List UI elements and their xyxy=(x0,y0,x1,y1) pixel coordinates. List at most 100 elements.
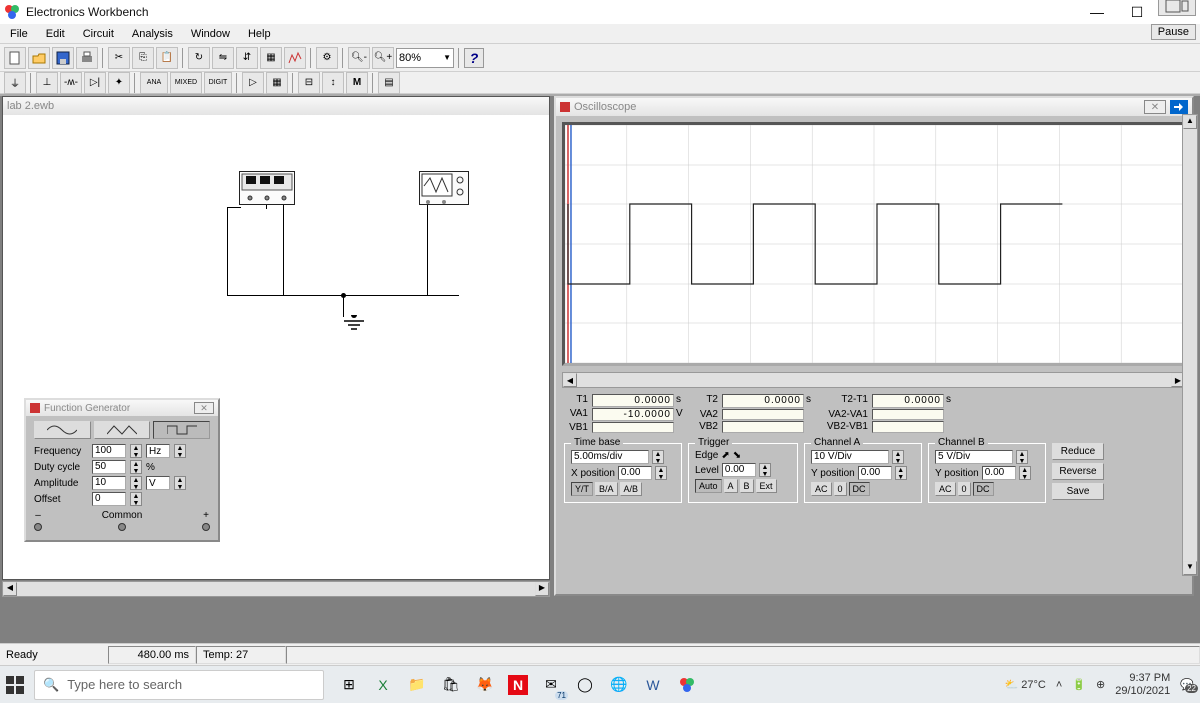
chB-dc[interactable]: DC xyxy=(973,482,994,496)
timebase-scale-spinner[interactable]: ▲▼ xyxy=(652,450,664,464)
trig-ext[interactable]: Ext xyxy=(756,479,777,493)
reduce-button[interactable]: Reduce xyxy=(1052,443,1104,460)
fg-titlebar[interactable]: Function Generator ✕ xyxy=(26,400,218,416)
pause-button[interactable]: Pause xyxy=(1151,24,1196,40)
firefox-icon[interactable]: 🦊 xyxy=(474,674,496,696)
mode-ba[interactable]: B/A xyxy=(595,482,618,496)
netflix-icon[interactable]: N xyxy=(508,675,528,695)
graph-button[interactable] xyxy=(284,47,306,69)
trig-b[interactable]: B xyxy=(740,479,754,493)
menu-analysis[interactable]: Analysis xyxy=(124,26,181,42)
store-icon[interactable]: 🛍 xyxy=(440,674,462,696)
task-view-icon[interactable]: ⊞ xyxy=(338,674,360,696)
fg-offset-input[interactable]: 0 xyxy=(92,492,126,506)
chA-dc[interactable]: DC xyxy=(849,482,870,496)
chB-ac[interactable]: AC xyxy=(935,482,956,496)
fg-amplitude-unit[interactable]: V xyxy=(146,476,170,490)
misc-bin[interactable]: M xyxy=(346,72,368,94)
fg-amplitude-unit-spinner[interactable]: ▲▼ xyxy=(174,476,186,490)
fg-frequency-unit[interactable]: Hz xyxy=(146,444,170,458)
mail-icon[interactable]: ✉71 xyxy=(540,674,562,696)
minimize-button[interactable]: — xyxy=(1078,1,1116,23)
logic-gates-bin[interactable]: ▷ xyxy=(242,72,264,94)
function-generator-component[interactable] xyxy=(239,171,295,205)
timebase-scale[interactable]: 5.00ms/div xyxy=(571,450,649,464)
trigger-level[interactable]: 0.00 xyxy=(722,463,756,477)
fg-offset-spinner[interactable]: ▲▼ xyxy=(130,492,142,506)
ewb-task-icon[interactable] xyxy=(676,674,698,696)
osc-close-button[interactable]: ✕ xyxy=(1144,100,1166,114)
diodes-bin[interactable]: -ʍ- xyxy=(60,72,82,94)
transistors-bin[interactable]: ▷| xyxy=(84,72,106,94)
flip-h-button[interactable]: ⇋ xyxy=(212,47,234,69)
chA-ac[interactable]: AC xyxy=(811,482,832,496)
fg-minus-terminal[interactable]: – xyxy=(34,510,42,531)
tray-clock[interactable]: 9:37 PM29/10/2021 xyxy=(1115,672,1170,696)
instruments-bin[interactable]: ▤ xyxy=(378,72,400,94)
fg-plus-terminal[interactable]: + xyxy=(202,510,210,531)
zoom-select[interactable]: 80%▼ xyxy=(396,48,454,68)
new-button[interactable] xyxy=(4,47,26,69)
menu-window[interactable]: Window xyxy=(183,26,238,42)
chB-scale[interactable]: 5 V/Div xyxy=(935,450,1013,464)
timebase-xpos[interactable]: 0.00 xyxy=(618,466,652,480)
chB-ypos-spinner[interactable]: ▲▼ xyxy=(1019,466,1031,480)
zoom-out-button[interactable]: 🔍︎- xyxy=(348,47,370,69)
tray-wifi-icon[interactable]: ⊕ xyxy=(1096,678,1105,691)
print-button[interactable] xyxy=(76,47,98,69)
square-wave-button[interactable] xyxy=(153,421,210,439)
explorer-icon[interactable]: 📁 xyxy=(406,674,428,696)
fullscreen-button[interactable] xyxy=(1158,0,1196,16)
osc-titlebar[interactable]: Oscilloscope ✕ xyxy=(556,98,1192,116)
trig-auto[interactable]: Auto xyxy=(695,479,722,493)
excel-icon[interactable]: X xyxy=(372,674,394,696)
rotate-button[interactable]: ↻ xyxy=(188,47,210,69)
digital-group[interactable]: DIGIT xyxy=(204,72,232,94)
controls-bin[interactable]: ↕ xyxy=(322,72,344,94)
word-icon[interactable]: W xyxy=(642,674,664,696)
help-button[interactable]: ? xyxy=(464,48,484,68)
menu-file[interactable]: File xyxy=(2,26,36,42)
copy-button[interactable]: ⎘ xyxy=(132,47,154,69)
oscilloscope-component[interactable] xyxy=(419,171,469,205)
zoom-in-button[interactable]: 🔍︎+ xyxy=(372,47,394,69)
sine-wave-button[interactable] xyxy=(34,421,91,439)
open-button[interactable] xyxy=(28,47,50,69)
start-button[interactable] xyxy=(6,676,24,694)
osc-horizontal-scroll[interactable]: ◀▶ xyxy=(562,372,1186,388)
chA-ypos[interactable]: 0.00 xyxy=(858,466,892,480)
chB-zero[interactable]: 0 xyxy=(958,482,971,496)
sources-bin[interactable]: ⏚ xyxy=(4,72,26,94)
component-props-button[interactable]: ⚙ xyxy=(316,47,338,69)
trigger-level-spinner[interactable]: ▲▼ xyxy=(759,463,771,477)
fg-close-button[interactable]: ✕ xyxy=(194,402,214,414)
osc-pin-button[interactable] xyxy=(1170,100,1188,114)
mode-yt[interactable]: Y/T xyxy=(571,482,593,496)
osc-screen[interactable] xyxy=(562,122,1186,366)
taskbar-search[interactable]: 🔍Type here to search xyxy=(34,670,324,700)
notifications-icon[interactable]: 💬22 xyxy=(1180,678,1194,691)
menu-edit[interactable]: Edit xyxy=(38,26,73,42)
mode-ab[interactable]: A/B xyxy=(620,482,643,496)
save-trace-button[interactable]: Save xyxy=(1052,483,1104,500)
chA-scale-spinner[interactable]: ▲▼ xyxy=(892,450,904,464)
edge-rising[interactable]: ⬈ xyxy=(721,450,729,461)
cut-button[interactable]: ✂ xyxy=(108,47,130,69)
maximize-button[interactable]: ☐ xyxy=(1118,1,1156,23)
reverse-button[interactable]: Reverse xyxy=(1052,463,1104,480)
menu-circuit[interactable]: Circuit xyxy=(75,26,122,42)
mixed-group[interactable]: MIXED xyxy=(170,72,202,94)
trig-a[interactable]: A xyxy=(724,479,738,493)
fg-duty-input[interactable]: 50 xyxy=(92,460,126,474)
flip-v-button[interactable]: ⇵ xyxy=(236,47,258,69)
fg-common-terminal[interactable]: Common xyxy=(102,510,143,531)
analog-ics-bin[interactable]: ✦ xyxy=(108,72,130,94)
chA-ypos-spinner[interactable]: ▲▼ xyxy=(895,466,907,480)
circuit-titlebar[interactable]: lab 2.ewb xyxy=(3,97,549,115)
chB-scale-spinner[interactable]: ▲▼ xyxy=(1016,450,1028,464)
menu-help[interactable]: Help xyxy=(240,26,279,42)
fg-frequency-spinner[interactable]: ▲▼ xyxy=(130,444,142,458)
fg-frequency-input[interactable]: 100 xyxy=(92,444,126,458)
indicators-bin[interactable]: ⊟ xyxy=(298,72,320,94)
chA-scale[interactable]: 10 V/Div xyxy=(811,450,889,464)
